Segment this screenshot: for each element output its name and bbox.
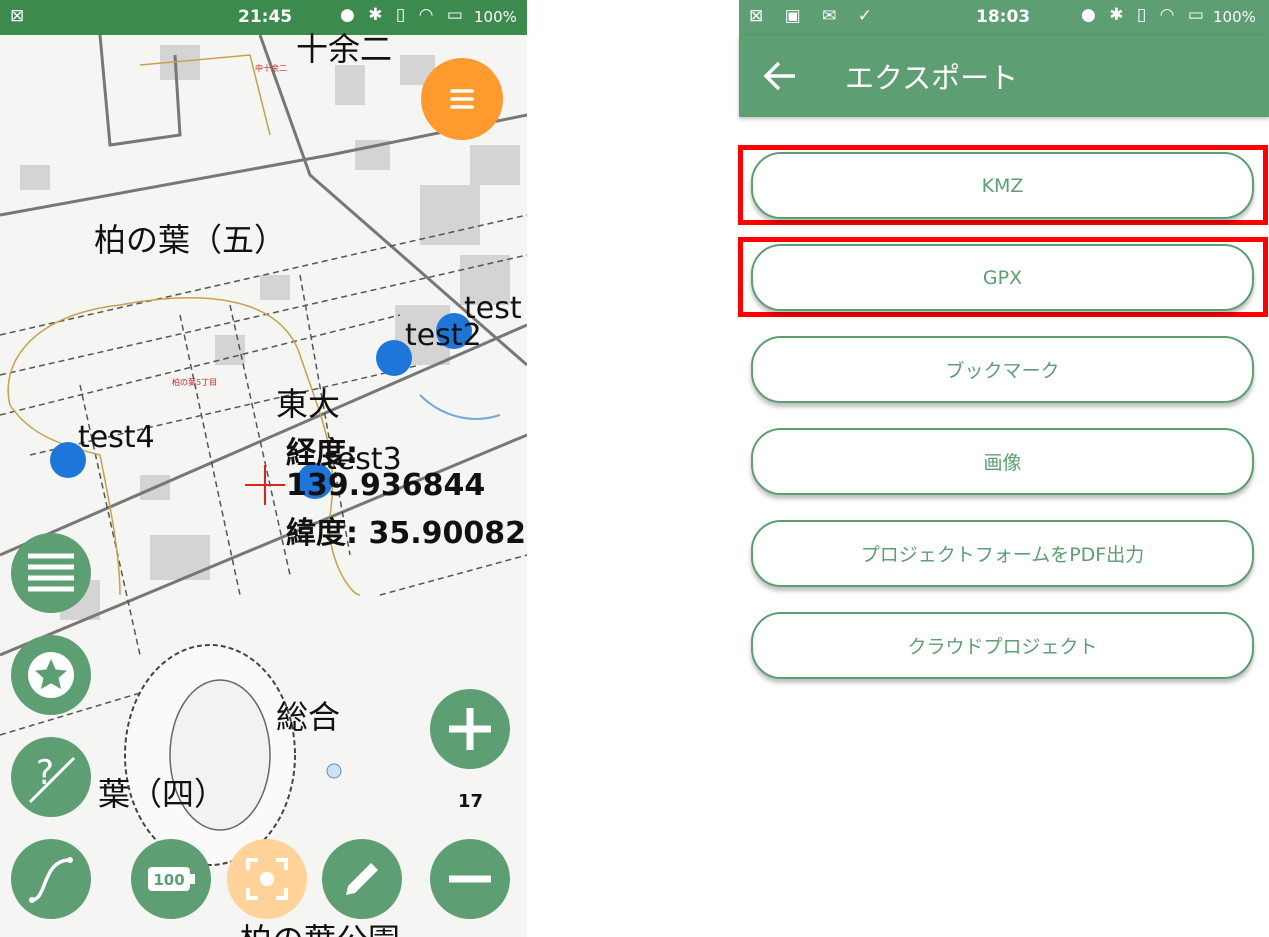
layers-icon xyxy=(28,553,74,592)
status-bar: ⊠ ▣ ✉ ✓ 18:03 ● ✱ ▯ ◠ ▭ 100% xyxy=(739,0,1269,35)
status-icons: ● ✱ ▯ ◠ ▭ xyxy=(340,5,467,25)
layers-button[interactable] xyxy=(11,533,91,613)
bookmark-button[interactable] xyxy=(11,635,91,715)
plus-icon xyxy=(449,708,491,750)
place-label-todai: 東大 xyxy=(276,385,341,423)
status-time: 18:03 xyxy=(976,7,1031,27)
locate-icon xyxy=(246,858,288,900)
battery-percent: 100% xyxy=(474,8,517,26)
menu-icon xyxy=(450,89,474,109)
pin-label-test2: test2 xyxy=(405,318,482,353)
battery-badge-text: 100 xyxy=(153,871,184,889)
small-label-nakajuyoni: 中十余二 xyxy=(255,64,287,73)
place-label-kashiwanoha-5: 柏の葉（五） xyxy=(94,221,287,259)
status-time: 21:45 xyxy=(238,7,293,27)
back-arrow-icon[interactable] xyxy=(761,59,799,93)
place-label-sogo: 総合 xyxy=(276,698,341,736)
battery-icon: 100 xyxy=(148,867,195,891)
export-screen: ⊠ ▣ ✉ ✓ 18:03 ● ✱ ▯ ◠ ▭ 100% エクスポート KMZ … xyxy=(738,0,1269,937)
export-kmz-button[interactable]: KMZ xyxy=(751,152,1254,219)
edit-button[interactable] xyxy=(322,839,402,919)
zoom-out-button[interactable] xyxy=(430,839,510,919)
app-bar: エクスポート xyxy=(739,35,1269,117)
track-button[interactable] xyxy=(11,839,91,919)
locate-button[interactable] xyxy=(227,839,307,919)
pin-label-test4: test4 xyxy=(78,420,155,455)
longitude-label: 経度: xyxy=(286,436,358,471)
status-icons: ● ✱ ▯ ◠ ▭ xyxy=(1081,5,1208,25)
map-screen: ⊠ 21:45 ● ✱ ▯ ◠ ▭ 100% 柏の葉（五） 東大 総合 葉（四）… xyxy=(0,0,527,937)
zoom-in-button[interactable] xyxy=(430,689,510,769)
latitude-value: 緯度: 35.900829 xyxy=(286,516,527,551)
battery-button[interactable]: 100 xyxy=(131,839,211,919)
minus-icon xyxy=(449,875,491,883)
star-icon xyxy=(28,652,74,698)
status-bar: ⊠ 21:45 ● ✱ ▯ ◠ ▭ 100% xyxy=(0,0,527,35)
help-icon: ? xyxy=(28,753,76,804)
measure-button[interactable]: ? xyxy=(11,737,91,817)
page-title: エクスポート xyxy=(845,61,1019,95)
cloud-project-button[interactable]: クラウドプロジェクト xyxy=(751,612,1254,679)
notification-icon: ⊠ xyxy=(10,6,25,26)
export-gpx-button[interactable]: GPX xyxy=(751,244,1254,311)
export-image-button[interactable]: 画像 xyxy=(751,428,1254,495)
place-label-kashiwanoha-4: 葉（四） xyxy=(98,775,227,813)
longitude-value: 139.936844 xyxy=(286,468,486,503)
place-label-juyoni: 十余二 xyxy=(296,30,392,68)
main-menu-button[interactable] xyxy=(421,58,503,140)
notification-icons: ⊠ ▣ ✉ ✓ xyxy=(749,6,881,26)
zoom-level: 17 xyxy=(458,791,484,812)
battery-percent: 100% xyxy=(1213,8,1256,26)
small-label-5chome: 柏の葉5丁目 xyxy=(172,378,218,387)
edit-icon xyxy=(346,863,378,895)
export-pdf-form-button[interactable]: プロジェクトフォームをPDF出力 xyxy=(751,520,1254,587)
export-bookmark-button[interactable]: ブックマーク xyxy=(751,336,1254,403)
curve-icon xyxy=(29,857,73,903)
